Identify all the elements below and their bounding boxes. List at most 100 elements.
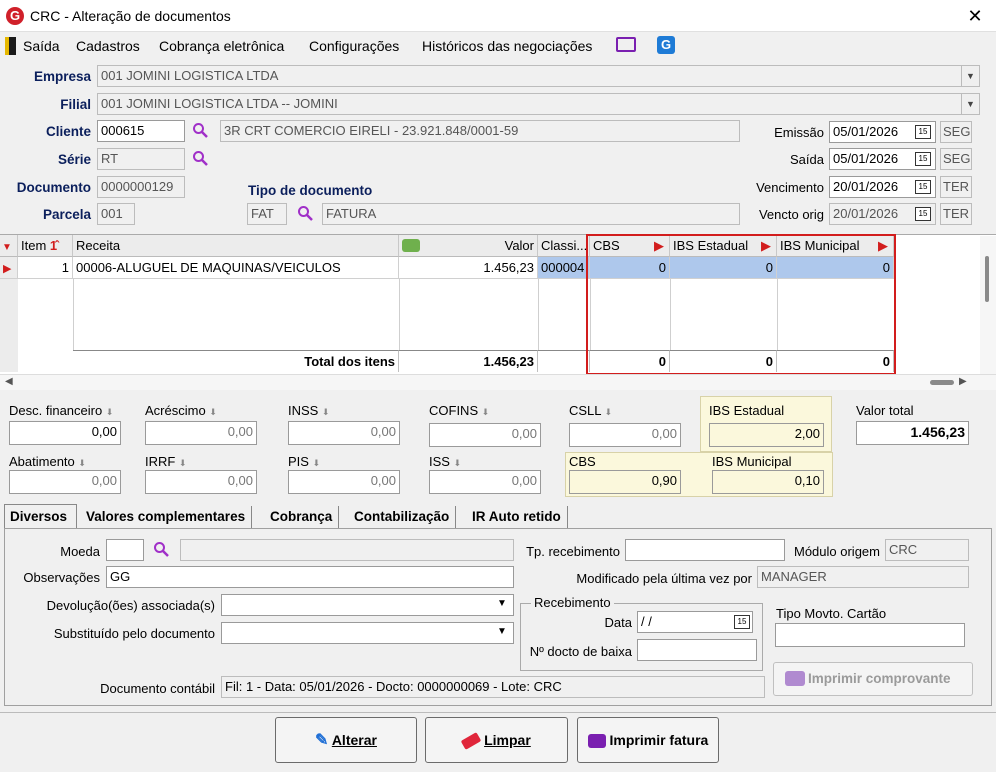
close-icon[interactable]: ✕ — [962, 4, 988, 28]
desc-financeiro-label: Desc. financeiro ⬇ — [9, 403, 113, 418]
tipo-movto-cartao-input[interactable] — [775, 623, 965, 647]
abatimento-input[interactable]: 0,00 — [9, 470, 121, 494]
table-cell-classi[interactable]: 000004 — [538, 257, 590, 279]
arrow-down-icon: ⬇ — [481, 407, 490, 417]
inss-text: INSS — [288, 403, 319, 418]
exit-door-icon[interactable] — [5, 37, 16, 55]
total-valor: 1.456,23 — [399, 350, 538, 372]
devolucoes-select[interactable] — [221, 594, 514, 616]
arrow-down-icon: ⬇ — [78, 458, 86, 468]
monitor-icon[interactable] — [616, 37, 636, 52]
cofins-input[interactable]: 0,00 — [429, 423, 541, 447]
horizontal-scrollbar[interactable] — [0, 374, 996, 390]
tipo-name-field: FATURA — [322, 203, 740, 225]
col-classi[interactable]: Classi... — [538, 235, 590, 257]
grid-line — [73, 279, 74, 350]
moeda-name-field — [180, 539, 514, 561]
chevron-down-icon[interactable]: ▼ — [961, 94, 979, 114]
csll-text: CSLL — [569, 403, 602, 418]
tab-diversos[interactable]: Diversos — [4, 506, 73, 528]
row-indicator-icon[interactable]: ▶ — [0, 257, 18, 279]
row-indicator-column — [0, 279, 18, 372]
valor-total-input: 1.456,23 — [856, 421, 969, 445]
tab-cobranca[interactable]: Cobrança — [264, 506, 340, 528]
scroll-thumb[interactable] — [985, 256, 989, 302]
col-valor[interactable]: Valor — [399, 235, 538, 257]
cliente-name-field: 3R CRT COMERCIO EIRELI - 23.921.848/0001… — [220, 120, 740, 142]
emissao-label: Emissão — [774, 125, 824, 140]
acrescimo-label: Acréscimo ⬇ — [145, 403, 217, 418]
menu-saida[interactable]: Saída — [23, 38, 60, 54]
calendar-icon[interactable]: 15 — [915, 152, 931, 166]
search-icon[interactable] — [192, 122, 208, 138]
desc-financeiro-input[interactable]: 0,00 — [9, 421, 121, 445]
limpar-button[interactable]: Limpar — [425, 717, 568, 763]
imprimir-fatura-label: Imprimir fatura — [609, 732, 709, 748]
total-label: Total dos itens — [73, 350, 399, 372]
table-cell-item[interactable]: 1 — [18, 257, 73, 279]
menu-configuracoes[interactable]: Configurações — [309, 38, 399, 54]
col-receita[interactable]: Receita — [73, 235, 399, 257]
parcela-input[interactable]: 001 — [97, 203, 135, 225]
alterar-button[interactable]: ✎ Alterar — [275, 717, 417, 763]
scroll-left-icon[interactable]: ◀ — [5, 376, 13, 387]
irrf-input[interactable]: 0,00 — [145, 470, 257, 494]
tab-valores-complementares[interactable]: Valores complementares — [80, 506, 253, 528]
limpar-label: Limpar — [484, 732, 531, 748]
moeda-input[interactable] — [106, 539, 144, 561]
search-icon[interactable] — [297, 205, 313, 221]
empresa-select[interactable]: 001 JOMINI LOGISTICA LTDA — [97, 65, 980, 87]
pis-input[interactable]: 0,00 — [288, 470, 400, 494]
substituido-select[interactable] — [221, 622, 514, 644]
col-item[interactable]: Item 1̂ — [18, 235, 73, 257]
documento-input[interactable]: 0000000129 — [97, 176, 185, 198]
csll-label: CSLL ⬇ — [569, 403, 612, 418]
scroll-thumb[interactable] — [930, 380, 954, 385]
tab-contabilizacao[interactable]: Contabilização — [348, 506, 457, 528]
modificado-label: Modificado pela última vez por — [576, 571, 752, 586]
calendar-icon[interactable]: 15 — [915, 180, 931, 194]
observacoes-input[interactable]: GG — [106, 566, 514, 588]
arrow-down-icon: ⬇ — [178, 458, 187, 468]
tipo-code-input[interactable]: FAT — [247, 203, 287, 225]
abatimento-label: Abatimento ⬇ — [9, 454, 86, 469]
n-docto-baixa-input[interactable] — [637, 639, 757, 661]
serie-label: Série — [57, 152, 91, 167]
cofins-label: COFINS ⬇ — [429, 403, 489, 418]
tp-recebimento-input[interactable] — [625, 539, 785, 561]
irrf-text: IRRF — [145, 454, 176, 469]
cliente-code-input[interactable]: 000615 — [97, 120, 185, 142]
csll-input[interactable]: 0,00 — [569, 423, 681, 447]
table-cell-valor[interactable]: 1.456,23 — [399, 257, 538, 279]
parcela-label: Parcela — [42, 207, 91, 222]
filial-select[interactable]: 001 JOMINI LOGISTICA LTDA -- JOMINI — [97, 93, 980, 115]
menu-cadastros[interactable]: Cadastros — [76, 38, 140, 54]
menu-historicos[interactable]: Históricos das negociações — [422, 38, 592, 54]
tab-ir-auto-retido[interactable]: IR Auto retido — [466, 506, 568, 528]
iss-input[interactable]: 0,00 — [429, 470, 541, 494]
inss-input[interactable]: 0,00 — [288, 421, 400, 445]
filial-label: Filial — [60, 97, 91, 112]
calendar-icon[interactable]: 15 — [734, 615, 750, 629]
g-logo-icon[interactable]: G — [657, 36, 675, 54]
imprimir-fatura-button[interactable]: Imprimir fatura — [577, 717, 719, 763]
chevron-down-icon[interactable]: ▼ — [961, 66, 979, 86]
serie-input[interactable]: RT — [97, 148, 185, 170]
vertical-scrollbar[interactable] — [980, 236, 996, 374]
search-icon[interactable] — [153, 541, 169, 557]
calendar-icon[interactable]: 15 — [915, 125, 931, 139]
chevron-down-icon[interactable]: ▼ — [497, 598, 507, 609]
highlight-box — [586, 234, 896, 375]
cbs-input[interactable]: 0,90 — [569, 470, 681, 494]
search-icon[interactable] — [192, 150, 208, 166]
ibs-estadual-input[interactable]: 2,00 — [709, 423, 824, 447]
observacoes-label: Observações — [23, 570, 100, 585]
scroll-right-icon[interactable]: ▶ — [959, 376, 967, 387]
table-cell-receita[interactable]: 00006-ALUGUEL DE MAQUINAS/VEICULOS — [73, 257, 399, 279]
menu-cobranca-eletronica[interactable]: Cobrança eletrônica — [159, 38, 284, 54]
chevron-down-icon[interactable]: ▼ — [497, 626, 507, 637]
acrescimo-input[interactable]: 0,00 — [145, 421, 257, 445]
ibs-municipal-input[interactable]: 0,10 — [712, 470, 824, 494]
calendar-icon[interactable]: 15 — [915, 207, 931, 221]
arrow-down-icon: ⬇ — [604, 407, 613, 417]
